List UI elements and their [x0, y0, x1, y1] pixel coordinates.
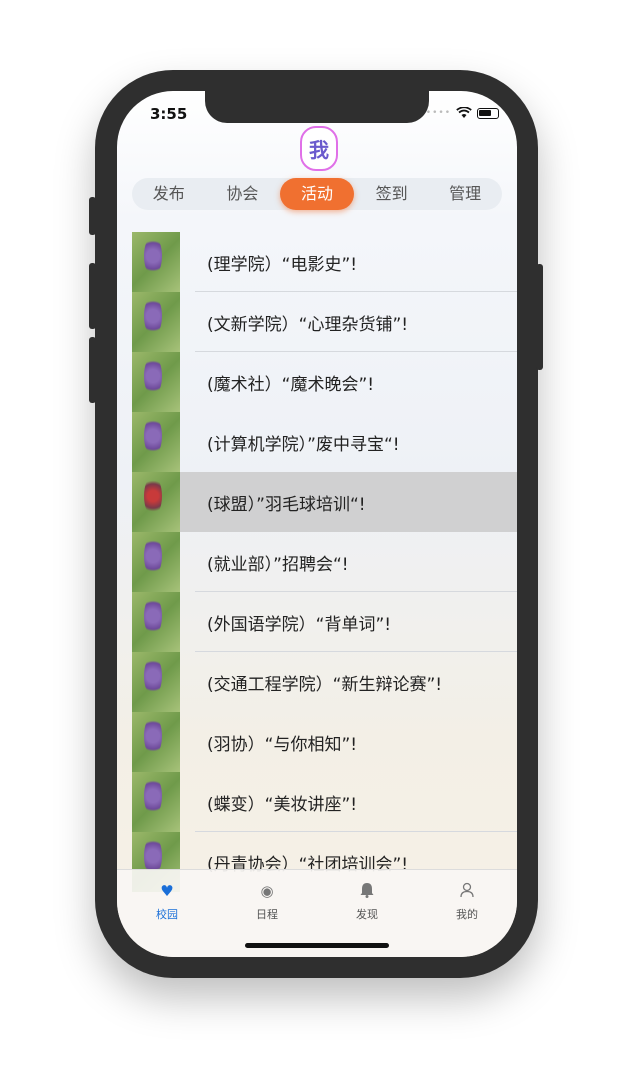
- tab-label: 日程: [256, 908, 278, 921]
- wifi-icon: [456, 107, 472, 118]
- volume-up-button: [89, 263, 96, 329]
- activity-thumbnail: [132, 772, 180, 832]
- status-icons: ••••: [426, 107, 499, 119]
- activity-thumbnail: [132, 472, 180, 532]
- screen: 3:55 •••• 我 发布 协会 活动 签到 管理 (理学院）“电影史”! (…: [117, 91, 517, 957]
- person-icon: [460, 882, 474, 900]
- volume-down-button: [89, 337, 96, 403]
- avatar-text: 我: [309, 138, 329, 162]
- activity-title: (蝶变）“美妆讲座”!: [207, 794, 358, 815]
- list-item[interactable]: (计算机学院）”废中寻宝“!: [132, 412, 517, 472]
- activity-title: (理学院）“电影史”!: [207, 254, 358, 275]
- list-item[interactable]: (外国语学院）“背单词”!: [132, 592, 517, 652]
- activity-title: (就业部）”招聘会“!: [207, 554, 349, 575]
- bell-icon: [360, 882, 374, 900]
- activity-thumbnail: [132, 592, 180, 652]
- activity-thumbnail: [132, 352, 180, 412]
- tab-campus[interactable]: ♥ 校园: [117, 870, 217, 957]
- list-item-selected[interactable]: (球盟）”羽毛球培训“!: [132, 472, 517, 532]
- tab-label: 校园: [156, 908, 178, 921]
- list-item[interactable]: (文新学院）“心理杂货铺”!: [132, 292, 517, 352]
- list-item[interactable]: (交通工程学院）“新生辩论赛”!: [132, 652, 517, 712]
- tab-label: 发现: [356, 908, 378, 921]
- activity-thumbnail: [132, 532, 180, 592]
- avatar[interactable]: 我: [300, 126, 338, 171]
- activity-title: (球盟）”羽毛球培训“!: [207, 494, 366, 515]
- activity-thumbnail: [132, 292, 180, 352]
- segment-association[interactable]: 协会: [206, 178, 280, 210]
- list-item[interactable]: (魔术社）“魔术晚会”!: [132, 352, 517, 412]
- home-indicator: [245, 943, 389, 948]
- list-item[interactable]: (蝶变）“美妆讲座”!: [132, 772, 517, 832]
- segment-activity[interactable]: 活动: [280, 178, 354, 210]
- power-button: [536, 264, 543, 370]
- segment-checkin[interactable]: 签到: [355, 178, 429, 210]
- status-time: 3:55: [150, 105, 188, 123]
- activity-title: (魔术社）“魔术晚会”!: [207, 374, 375, 395]
- tab-mine[interactable]: 我的: [417, 870, 517, 957]
- activity-thumbnail: [132, 652, 180, 712]
- notch: [205, 91, 429, 123]
- record-icon: ◉: [260, 882, 274, 900]
- list-item[interactable]: (就业部）”招聘会“!: [132, 532, 517, 592]
- signal-icon: ••••: [425, 108, 451, 118]
- battery-icon: [477, 107, 499, 119]
- activity-title: (文新学院）“心理杂货铺”!: [207, 314, 409, 335]
- segment-publish[interactable]: 发布: [132, 178, 206, 210]
- segmented-control: 发布 协会 活动 签到 管理: [132, 178, 502, 210]
- list-item[interactable]: (羽协）“与你相知”!: [132, 712, 517, 772]
- activity-title: (交通工程学院）“新生辩论赛”!: [207, 674, 443, 695]
- tab-label: 我的: [456, 908, 478, 921]
- heart-icon: ♥: [160, 882, 174, 900]
- activity-thumbnail: [132, 232, 180, 292]
- activity-title: (外国语学院）“背单词”!: [207, 614, 392, 635]
- list-item[interactable]: (理学院）“电影史”!: [132, 232, 517, 292]
- activity-list: (理学院）“电影史”! (文新学院）“心理杂货铺”! (魔术社）“魔术晚会”! …: [132, 232, 517, 892]
- activity-thumbnail: [132, 412, 180, 472]
- activity-title: (羽协）“与你相知”!: [207, 734, 358, 755]
- activity-thumbnail: [132, 712, 180, 772]
- segment-manage[interactable]: 管理: [428, 178, 502, 210]
- activity-title: (计算机学院）”废中寻宝“!: [207, 434, 400, 455]
- mute-switch: [89, 197, 96, 235]
